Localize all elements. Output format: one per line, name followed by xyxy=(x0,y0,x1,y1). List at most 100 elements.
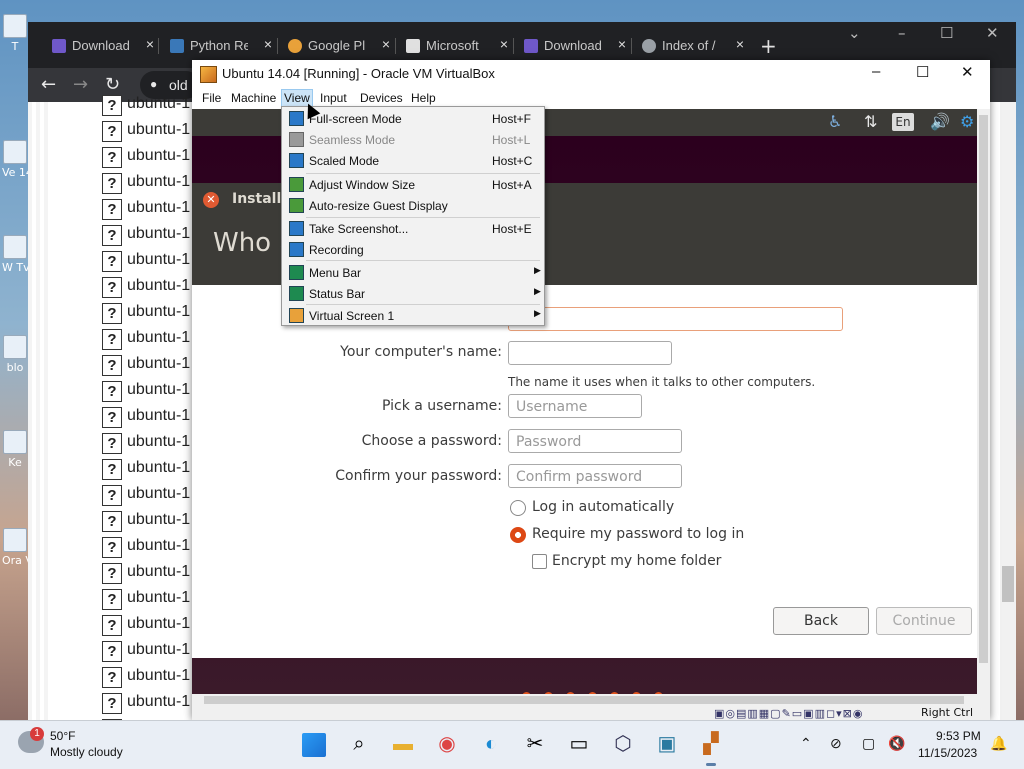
tab-close-icon[interactable]: × xyxy=(618,36,626,52)
menu-devices[interactable]: Devices xyxy=(358,90,405,106)
menu-item-auto-resize[interactable]: Auto-resize Guest Display xyxy=(283,195,543,216)
settings-icon[interactable]: ⚙ xyxy=(960,112,974,131)
chevron-up-icon[interactable]: ⌃ xyxy=(800,735,812,752)
menu-item-virtual-screen[interactable]: Virtual Screen 1 ▶ xyxy=(283,305,543,326)
file-link[interactable]: ubuntu-1 xyxy=(127,589,190,607)
virtualbox-icon[interactable]: ⬡ xyxy=(609,730,637,758)
desktop-icon[interactable]: blo xyxy=(2,335,28,374)
your-name-field[interactable] xyxy=(508,307,843,331)
menu-machine[interactable]: Machine xyxy=(229,90,278,106)
file-link[interactable]: ubuntu-1 xyxy=(127,485,190,503)
file-link[interactable]: ubuntu-1 xyxy=(127,173,190,191)
menu-item-seamless[interactable]: Seamless Mode Host+L xyxy=(283,129,543,150)
password-field[interactable]: Password xyxy=(508,429,682,453)
file-link[interactable]: ubuntu-1 xyxy=(127,199,190,217)
file-explorer-icon[interactable]: ▬ xyxy=(389,730,417,758)
file-link[interactable]: ubuntu-1 xyxy=(127,381,190,399)
browser-tab[interactable]: Index of / × xyxy=(636,32,752,60)
minimize-icon[interactable]: – xyxy=(898,24,906,42)
tab-close-icon[interactable]: × xyxy=(382,36,390,52)
close-icon[interactable]: ✕ xyxy=(961,63,974,81)
snipping-tool-icon[interactable]: ✂ xyxy=(521,730,549,758)
screen-recorder-icon[interactable]: ▣ xyxy=(653,730,681,758)
close-icon[interactable]: ✕ xyxy=(986,24,999,42)
computer-name-field[interactable] xyxy=(508,341,672,365)
file-link[interactable]: ubuntu-1 xyxy=(127,251,190,269)
file-link[interactable]: ubuntu-1 xyxy=(127,511,190,529)
clock-date[interactable]: 11/15/2023 xyxy=(918,746,977,760)
file-link[interactable]: ubuntu-1 xyxy=(127,277,190,295)
menu-item-recording[interactable]: Recording xyxy=(283,239,543,260)
browser-tab[interactable]: Microsoft × xyxy=(400,32,516,60)
vbox-horizontal-scrollbar[interactable] xyxy=(192,694,977,706)
browser-tab[interactable]: Python Re × xyxy=(164,32,280,60)
clock-time[interactable]: 9:53 PM xyxy=(936,729,981,743)
network-icon[interactable]: ⇅ xyxy=(864,112,877,131)
confirm-password-field[interactable]: Confirm password xyxy=(508,464,682,488)
forward-arrow-icon[interactable]: → xyxy=(73,74,88,95)
file-link[interactable]: ubuntu-1 xyxy=(127,667,190,685)
continue-button[interactable]: Continue xyxy=(876,607,972,635)
file-link[interactable]: ubuntu-1 xyxy=(127,121,190,139)
search-icon[interactable]: ⌕ xyxy=(345,730,373,758)
menu-item-menu-bar[interactable]: Menu Bar ▶ xyxy=(283,262,543,283)
minimize-icon[interactable]: – xyxy=(872,63,880,80)
file-link[interactable]: ubuntu-1 xyxy=(127,329,190,347)
browser-tab[interactable]: Download × xyxy=(46,32,162,60)
file-link[interactable]: ubuntu-1 xyxy=(127,225,190,243)
scrollbar-thumb[interactable] xyxy=(1002,566,1014,602)
file-link[interactable]: ubuntu-1 xyxy=(127,693,190,711)
back-button[interactable]: Back xyxy=(773,607,869,635)
file-link[interactable]: ubuntu-1 xyxy=(127,563,190,581)
file-link[interactable]: ubuntu-1 xyxy=(127,615,190,633)
file-link[interactable]: ubuntu-1 xyxy=(127,147,190,165)
keyboard-layout-indicator[interactable]: En xyxy=(892,113,914,131)
network-off-icon[interactable]: ⊘ xyxy=(830,735,842,752)
username-field[interactable]: Username xyxy=(508,394,642,418)
mute-icon[interactable]: 🔇 xyxy=(888,735,905,752)
new-tab-button[interactable]: + xyxy=(760,34,777,58)
file-link[interactable]: ubuntu-1 xyxy=(127,459,190,477)
menu-input[interactable]: Input xyxy=(318,90,349,106)
file-link[interactable]: ubuntu-1 xyxy=(127,407,190,425)
desktop-icon[interactable]: Ve 14.0 xyxy=(2,140,28,179)
menu-item-status-bar[interactable]: Status Bar ▶ xyxy=(283,283,543,304)
vbox-vertical-scrollbar[interactable] xyxy=(977,109,990,694)
close-icon[interactable]: ✕ xyxy=(203,192,219,208)
display-icon[interactable]: ▢ xyxy=(862,735,875,752)
menu-item-adjust-window[interactable]: Adjust Window Size Host+A xyxy=(283,174,543,195)
desktop-icon[interactable]: Ora Vir xyxy=(2,528,28,567)
desktop-icon[interactable]: W Tv xyxy=(2,235,28,274)
file-link[interactable]: ubuntu-1 xyxy=(127,303,190,321)
desktop-icon[interactable]: T xyxy=(2,14,28,53)
file-link[interactable]: ubuntu-1 xyxy=(127,433,190,451)
page-scrollbar[interactable] xyxy=(1000,102,1016,720)
scrollbar-thumb[interactable] xyxy=(204,696,964,704)
virtualbox-vm-icon[interactable]: ▞ xyxy=(697,730,725,766)
menu-item-screenshot[interactable]: Take Screenshot... Host+E xyxy=(283,218,543,239)
desktop-icon[interactable]: Ke xyxy=(2,430,28,469)
maximize-icon[interactable]: ☐ xyxy=(916,63,929,81)
notification-bell-icon[interactable]: 🔔 xyxy=(990,735,1007,752)
tab-close-icon[interactable]: × xyxy=(500,36,508,52)
terminal-icon[interactable]: ▭ xyxy=(565,730,593,758)
windows-start-icon[interactable] xyxy=(302,733,326,757)
browser-tab[interactable]: Google Pl × xyxy=(282,32,398,60)
tab-close-icon[interactable]: × xyxy=(736,36,744,52)
menu-item-scaled[interactable]: Scaled Mode Host+C xyxy=(283,150,543,171)
device-status-icons[interactable]: ▣◎▤▥▦▢✎▭▣▥◻▾⊠◉ xyxy=(714,707,863,720)
tab-search-icon[interactable]: ⌄ xyxy=(848,24,861,42)
file-link[interactable]: ubuntu-1 xyxy=(127,355,190,373)
back-arrow-icon[interactable]: ← xyxy=(41,74,56,95)
tab-close-icon[interactable]: × xyxy=(264,36,272,52)
require-password-radio[interactable] xyxy=(510,527,526,543)
accessibility-icon[interactable]: ♿ xyxy=(828,112,842,131)
tab-close-icon[interactable]: × xyxy=(146,36,154,52)
menu-file[interactable]: File xyxy=(200,90,223,106)
encrypt-home-checkbox[interactable] xyxy=(532,554,547,569)
browser-tab[interactable]: Download × xyxy=(518,32,634,60)
menu-help[interactable]: Help xyxy=(409,90,438,106)
file-link[interactable]: ubuntu-1 xyxy=(127,641,190,659)
login-auto-radio[interactable] xyxy=(510,500,526,516)
scrollbar-thumb[interactable] xyxy=(979,115,988,663)
